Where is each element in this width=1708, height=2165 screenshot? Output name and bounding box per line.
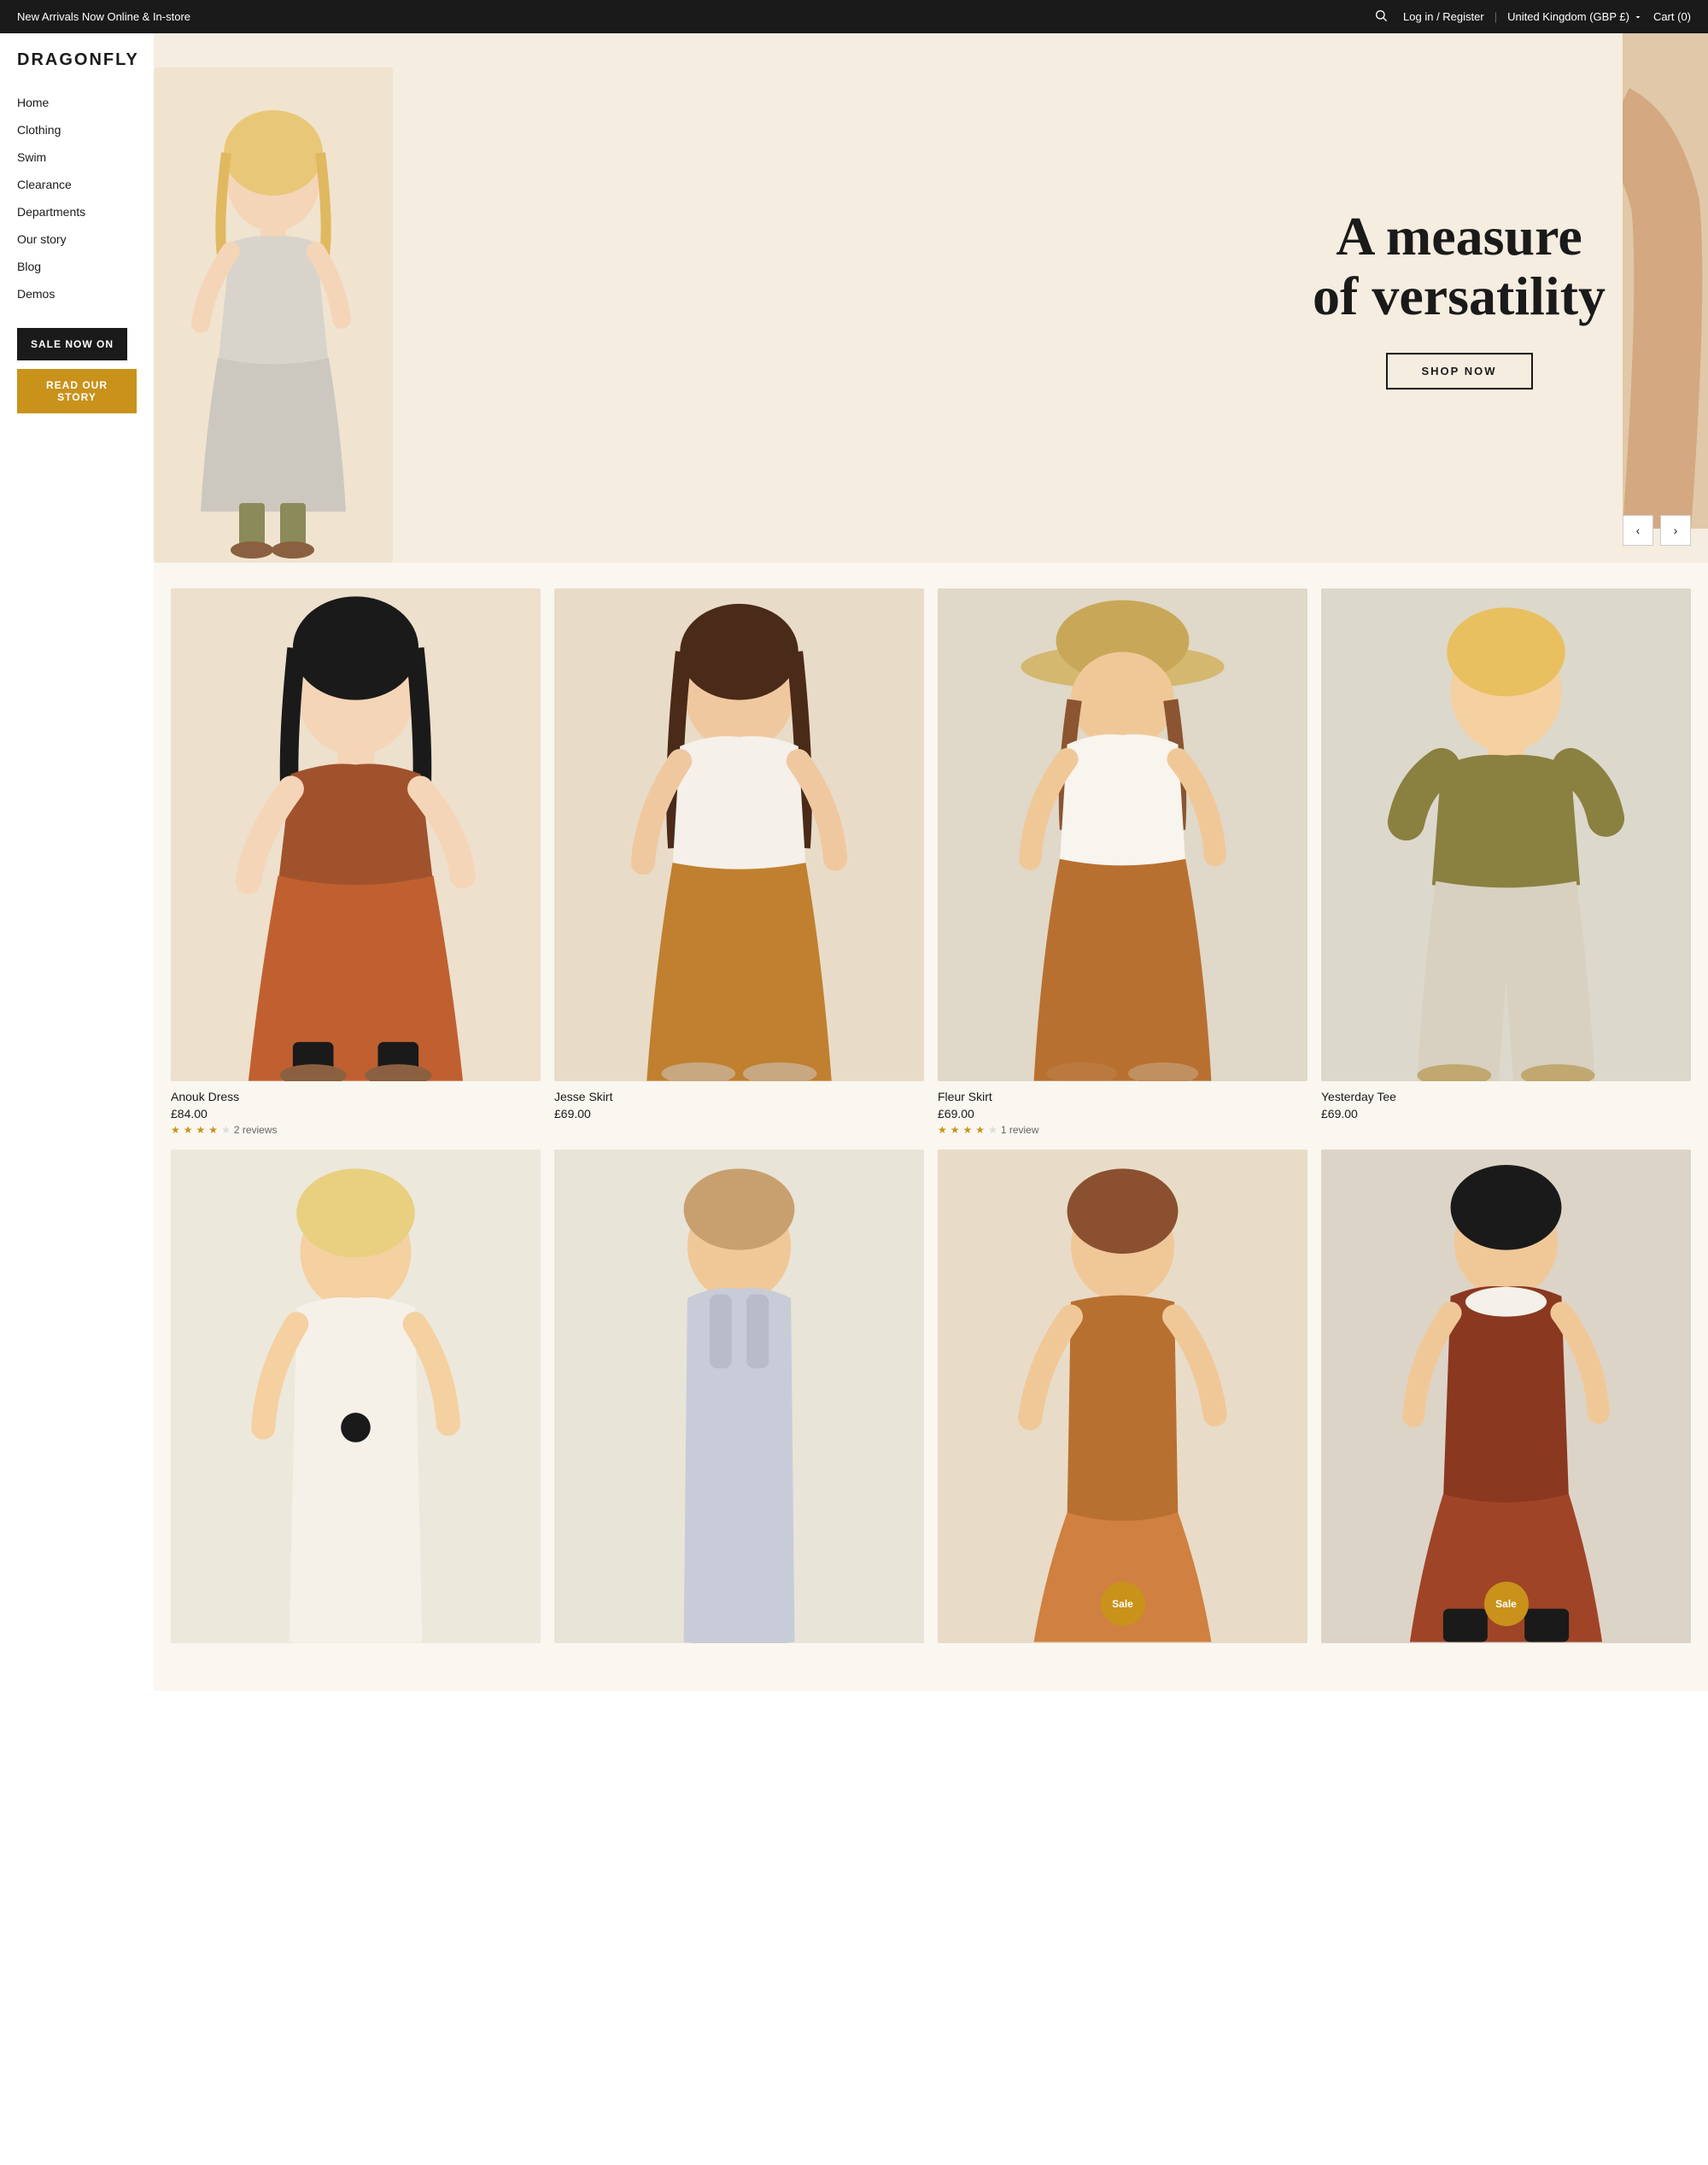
product-reviews-anouk: 2 reviews — [234, 1124, 278, 1136]
product-reviews-fleur: 1 review — [1001, 1124, 1039, 1136]
product-card-anouk[interactable]: Anouk Dress £84.00 ★ ★ ★ ★ ★ 2 reviews — [171, 588, 541, 1136]
header-right: Log in / Register | United Kingdom (GBP … — [1369, 7, 1691, 26]
nav-link-demos[interactable]: Demos — [17, 287, 55, 301]
product-card-jesse[interactable]: Jesse Skirt £69.00 — [554, 588, 924, 1136]
nav-link-our-story[interactable]: Our story — [17, 232, 67, 246]
hero-text: A measure of versatility SHOP NOW — [1313, 207, 1606, 389]
nav-link-blog[interactable]: Blog — [17, 260, 41, 273]
sale-badge-row2-4: Sale — [1484, 1582, 1529, 1626]
product-image-row2-3: Sale — [938, 1150, 1307, 1642]
product-name-fleur: Fleur Skirt — [938, 1090, 1307, 1103]
sidebar: DRAGONFLY Home Clothing Swim Clearance D… — [0, 33, 154, 2165]
product-name-yesterday: Yesterday Tee — [1321, 1090, 1691, 1103]
announcement-bar: New Arrivals Now Online & In-store Log i… — [0, 0, 1708, 33]
announcement-text: New Arrivals Now Online & In-store — [17, 10, 190, 23]
nav-item-our-story[interactable]: Our story — [17, 232, 137, 248]
nav-item-clothing[interactable]: Clothing — [17, 123, 137, 138]
nav-link-departments[interactable]: Departments — [17, 205, 85, 219]
nav-item-departments[interactable]: Departments — [17, 205, 137, 220]
product-card-row2-2[interactable] — [554, 1150, 924, 1651]
hero-title-line2: of versatility — [1313, 266, 1606, 327]
currency-selector[interactable]: United Kingdom (GBP £) — [1507, 10, 1643, 23]
sale-now-on-button[interactable]: SALE NOW ON — [17, 328, 127, 360]
products-grid-row2: Sale — [171, 1150, 1691, 1651]
hero-next-button[interactable]: › — [1660, 515, 1691, 546]
product-price-fleur: £69.00 — [938, 1107, 1307, 1121]
hero-child-left — [154, 67, 393, 563]
products-section: Anouk Dress £84.00 ★ ★ ★ ★ ★ 2 reviews — [154, 563, 1708, 1691]
nav-item-home[interactable]: Home — [17, 96, 137, 111]
nav-link-swim[interactable]: Swim — [17, 150, 46, 164]
page-wrapper: DRAGONFLY Home Clothing Swim Clearance D… — [0, 33, 1708, 2165]
nav-item-blog[interactable]: Blog — [17, 260, 137, 275]
product-price-anouk: £84.00 — [171, 1107, 541, 1121]
product-name-jesse: Jesse Skirt — [554, 1090, 924, 1103]
hero-section: A measure of versatility SHOP NOW ‹ › — [154, 33, 1708, 563]
product-stars-anouk: ★ ★ ★ ★ ★ 2 reviews — [171, 1124, 541, 1136]
nav-link-clearance[interactable]: Clearance — [17, 178, 72, 191]
search-icon[interactable] — [1369, 7, 1393, 26]
cart-link[interactable]: Cart (0) — [1653, 10, 1691, 23]
nav-item-demos[interactable]: Demos — [17, 287, 137, 302]
main-content: A measure of versatility SHOP NOW ‹ › — [154, 33, 1708, 2165]
products-grid-row1: Anouk Dress £84.00 ★ ★ ★ ★ ★ 2 reviews — [171, 588, 1691, 1136]
product-image-fleur — [938, 588, 1307, 1081]
hero-navigation: ‹ › — [1623, 515, 1691, 546]
product-card-yesterday[interactable]: Yesterday Tee £69.00 — [1321, 588, 1691, 1136]
product-image-row2-1 — [171, 1150, 541, 1642]
shop-now-button[interactable]: SHOP NOW — [1386, 353, 1533, 389]
product-image-row2-2 — [554, 1150, 924, 1642]
hero-title: A measure of versatility — [1313, 207, 1606, 327]
logo: DRAGONFLY — [17, 50, 137, 70]
product-image-row2-4: Sale — [1321, 1150, 1691, 1642]
product-image-yesterday — [1321, 588, 1691, 1081]
nav-link-home[interactable]: Home — [17, 96, 49, 109]
hero-prev-button[interactable]: ‹ — [1623, 515, 1653, 546]
hero-title-line1: A measure — [1336, 206, 1582, 266]
product-card-row2-3[interactable]: Sale — [938, 1150, 1307, 1651]
sale-badge-row2-3: Sale — [1101, 1582, 1145, 1626]
product-card-row2-1[interactable] — [171, 1150, 541, 1651]
product-image-anouk — [171, 588, 541, 1081]
product-image-jesse — [554, 588, 924, 1081]
product-stars-fleur: ★ ★ ★ ★ ★ 1 review — [938, 1124, 1307, 1136]
product-card-fleur[interactable]: Fleur Skirt £69.00 ★ ★ ★ ★ ★ 1 review — [938, 588, 1307, 1136]
nav-menu: Home Clothing Swim Clearance Departments… — [17, 96, 137, 302]
currency-label: United Kingdom (GBP £) — [1507, 10, 1629, 23]
product-price-yesterday: £69.00 — [1321, 1107, 1691, 1121]
nav-item-clearance[interactable]: Clearance — [17, 178, 137, 193]
nav-item-swim[interactable]: Swim — [17, 150, 137, 166]
hero-child-right — [1623, 33, 1708, 529]
product-price-jesse: £69.00 — [554, 1107, 924, 1121]
nav-link-clothing[interactable]: Clothing — [17, 123, 61, 137]
divider: | — [1494, 10, 1497, 23]
login-link[interactable]: Log in / Register — [1403, 10, 1484, 23]
product-name-anouk: Anouk Dress — [171, 1090, 541, 1103]
product-card-row2-4[interactable]: Sale — [1321, 1150, 1691, 1651]
read-our-story-button[interactable]: READ OUR STORY — [17, 369, 137, 413]
